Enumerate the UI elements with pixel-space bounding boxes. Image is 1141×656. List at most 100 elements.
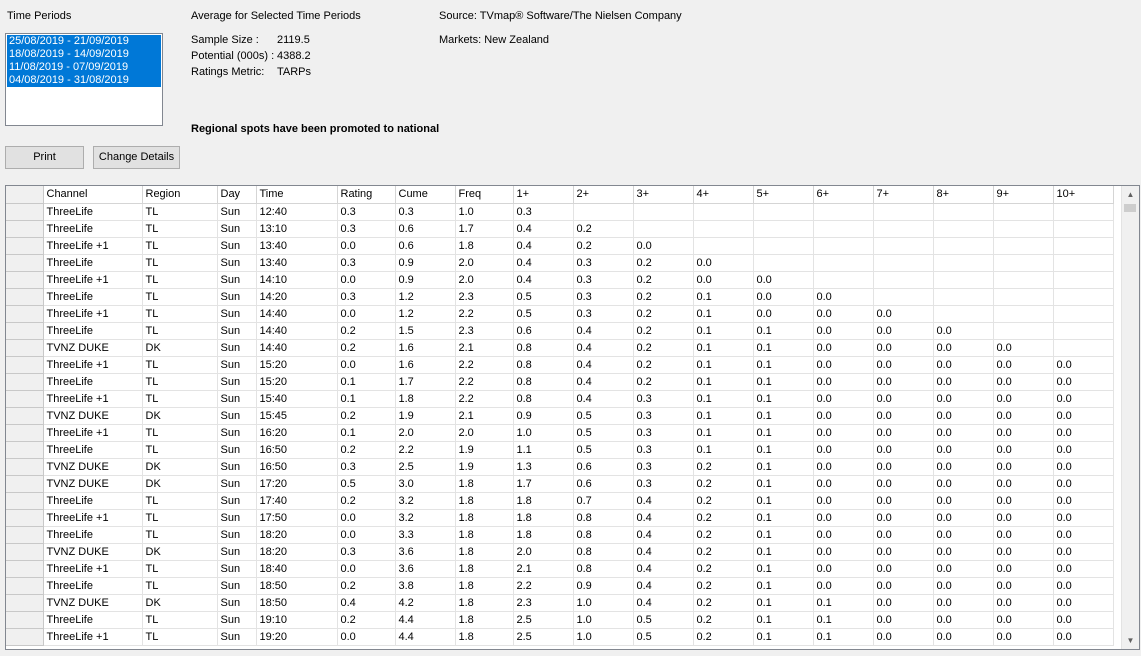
- column-header[interactable]: 7+: [873, 186, 934, 204]
- table-cell: 0.3: [337, 220, 396, 238]
- table-cell: 0.0: [813, 577, 874, 595]
- row-header[interactable]: [6, 356, 44, 374]
- row-header[interactable]: [6, 254, 44, 272]
- row-header[interactable]: [6, 475, 44, 493]
- table-row[interactable]: ThreeLife TL Sun 18:20 0.0 3.3 1.8 1.8 0.8 0.4 0.2…: [6, 526, 1114, 544]
- table-cell: TVNZ DUKE: [43, 594, 143, 612]
- time-period-item[interactable]: 04/08/2019 - 31/08/2019: [7, 74, 161, 87]
- table-cell: 0.0: [813, 424, 874, 442]
- table-row[interactable]: TVNZ DUKE DK Sun 18:50 0.4 4.2 1.8 2.3 1.0 0.4 0.2…: [6, 594, 1114, 612]
- table-row[interactable]: ThreeLife TL Sun 16:50 0.2 2.2 1.9 1.1 0.5 0.3 0.1…: [6, 441, 1114, 459]
- row-header[interactable]: [6, 288, 44, 306]
- table-cell: 0.0: [813, 560, 874, 578]
- table-cell: 0.0: [993, 339, 1054, 357]
- table-row[interactable]: TVNZ DUKE DK Sun 16:50 0.3 2.5 1.9 1.3 0.6 0.3 0.2…: [6, 458, 1114, 476]
- row-header[interactable]: [6, 407, 44, 425]
- markets-text: Markets: New Zealand: [439, 34, 550, 46]
- row-header[interactable]: [6, 339, 44, 357]
- row-header[interactable]: [6, 458, 44, 476]
- table-cell: [633, 220, 694, 238]
- column-header[interactable]: Channel: [43, 186, 143, 204]
- column-header[interactable]: 6+: [813, 186, 874, 204]
- table-row[interactable]: ThreeLife TL Sun 13:40 0.3 0.9 2.0 0.4 0.3 0.2 0.0: [6, 254, 1114, 272]
- table-row[interactable]: ThreeLife TL Sun 13:10 0.3 0.6 1.7 0.4 0.2: [6, 220, 1114, 238]
- row-header[interactable]: [6, 560, 44, 578]
- column-header[interactable]: 3+: [633, 186, 694, 204]
- table-row[interactable]: ThreeLife +1 TL Sun 19:20 0.0 4.4 1.8 2.5 1.0 0.5…: [6, 628, 1114, 646]
- table-row[interactable]: ThreeLife +1 TL Sun 16:20 0.1 2.0 2.0 1.0 0.5 0.3…: [6, 424, 1114, 442]
- column-header[interactable]: Cume: [395, 186, 456, 204]
- column-header[interactable]: 9+: [993, 186, 1054, 204]
- row-header[interactable]: [6, 543, 44, 561]
- table-row[interactable]: ThreeLife +1 TL Sun 14:40 0.0 1.2 2.2 0.5 0.3 0.2…: [6, 305, 1114, 323]
- table-row[interactable]: ThreeLife TL Sun 14:40 0.2 1.5 2.3 0.6 0.4 0.2 0.1…: [6, 322, 1114, 340]
- table-row[interactable]: ThreeLife TL Sun 18:50 0.2 3.8 1.8 2.2 0.9 0.4 0.2…: [6, 577, 1114, 595]
- table-row[interactable]: ThreeLife +1 TL Sun 15:40 0.1 1.8 2.2 0.8 0.4 0.3…: [6, 390, 1114, 408]
- table-cell: 0.4: [513, 271, 574, 289]
- row-header[interactable]: [6, 594, 44, 612]
- table-row[interactable]: TVNZ DUKE DK Sun 18:20 0.3 3.6 1.8 2.0 0.8 0.4 0.2…: [6, 543, 1114, 561]
- table-row[interactable]: ThreeLife TL Sun 12:40 0.3 0.3 1.0 0.3: [6, 203, 1114, 221]
- row-header[interactable]: [6, 526, 44, 544]
- table-cell: 2.5: [513, 611, 574, 629]
- change-details-button[interactable]: Change Details: [93, 146, 180, 169]
- row-header[interactable]: [6, 220, 44, 238]
- table-cell: TVNZ DUKE: [43, 543, 143, 561]
- table-cell: [873, 220, 934, 238]
- table-cell: 0.1: [693, 356, 754, 374]
- time-period-item[interactable]: 25/08/2019 - 21/09/2019: [7, 35, 161, 48]
- column-header[interactable]: Rating: [337, 186, 396, 204]
- time-periods-listbox[interactable]: 25/08/2019 - 21/09/2019 18/08/2019 - 14/…: [5, 33, 163, 126]
- row-header[interactable]: [6, 203, 44, 221]
- vertical-scrollbar[interactable]: ▲ ▼: [1121, 186, 1139, 649]
- row-header[interactable]: [6, 441, 44, 459]
- row-header[interactable]: [6, 322, 44, 340]
- column-header[interactable]: 2+: [573, 186, 634, 204]
- column-header[interactable]: Time: [256, 186, 338, 204]
- row-header[interactable]: [6, 509, 44, 527]
- row-header[interactable]: [6, 577, 44, 595]
- row-header[interactable]: [6, 305, 44, 323]
- time-period-item[interactable]: 11/08/2019 - 07/09/2019: [7, 61, 161, 74]
- table-row[interactable]: TVNZ DUKE DK Sun 15:45 0.2 1.9 2.1 0.9 0.5 0.3 0.1…: [6, 407, 1114, 425]
- results-grid[interactable]: Channel Region Day Time Rating Cume Freq 1+ 2+ 3+…: [5, 185, 1140, 650]
- column-header[interactable]: 1+: [513, 186, 574, 204]
- table-cell: [933, 254, 994, 272]
- table-cell: 1.8: [513, 526, 574, 544]
- column-header[interactable]: Day: [217, 186, 257, 204]
- row-header[interactable]: [6, 492, 44, 510]
- table-row[interactable]: ThreeLife +1 TL Sun 18:40 0.0 3.6 1.8 2.1 0.8 0.4…: [6, 560, 1114, 578]
- table-cell: 0.0: [337, 628, 396, 646]
- table-row[interactable]: ThreeLife TL Sun 14:20 0.3 1.2 2.3 0.5 0.3 0.2 0.1…: [6, 288, 1114, 306]
- row-header[interactable]: [6, 390, 44, 408]
- scroll-thumb[interactable]: [1124, 204, 1136, 212]
- table-row[interactable]: ThreeLife +1 TL Sun 14:10 0.0 0.9 2.0 0.4 0.3 0.2…: [6, 271, 1114, 289]
- table-row[interactable]: ThreeLife TL Sun 17:40 0.2 3.2 1.8 1.8 0.7 0.4 0.2…: [6, 492, 1114, 510]
- column-header[interactable]: 8+: [933, 186, 994, 204]
- print-button[interactable]: Print: [5, 146, 84, 169]
- table-row[interactable]: TVNZ DUKE DK Sun 14:40 0.2 1.6 2.1 0.8 0.4 0.2 0.1…: [6, 339, 1114, 357]
- column-header[interactable]: Region: [142, 186, 218, 204]
- row-header[interactable]: [6, 237, 44, 255]
- row-header[interactable]: [6, 611, 44, 629]
- arrow-up-icon[interactable]: ▲: [1122, 186, 1139, 203]
- column-header[interactable]: 5+: [753, 186, 814, 204]
- table-row[interactable]: TVNZ DUKE DK Sun 17:20 0.5 3.0 1.8 1.7 0.6 0.3 0.2…: [6, 475, 1114, 493]
- row-header[interactable]: [6, 271, 44, 289]
- table-row[interactable]: ThreeLife +1 TL Sun 13:40 0.0 0.6 1.8 0.4 0.2 0.0: [6, 237, 1114, 255]
- table-row[interactable]: ThreeLife +1 TL Sun 17:50 0.0 3.2 1.8 1.8 0.8 0.4…: [6, 509, 1114, 527]
- arrow-down-icon[interactable]: ▼: [1122, 632, 1139, 649]
- table-row[interactable]: ThreeLife TL Sun 19:10 0.2 4.4 1.8 2.5 1.0 0.5 0.2…: [6, 611, 1114, 629]
- row-header[interactable]: [6, 424, 44, 442]
- row-header[interactable]: [6, 628, 44, 646]
- time-period-item[interactable]: 18/08/2019 - 14/09/2019: [7, 48, 161, 61]
- table-cell: 3.0: [395, 475, 456, 493]
- table-cell: 0.8: [573, 543, 634, 561]
- table-row[interactable]: ThreeLife +1 TL Sun 15:20 0.0 1.6 2.2 0.8 0.4 0.2…: [6, 356, 1114, 374]
- row-header[interactable]: [6, 373, 44, 391]
- column-header[interactable]: 4+: [693, 186, 754, 204]
- column-header[interactable]: 10+: [1053, 186, 1114, 204]
- table-cell: 0.0: [993, 611, 1054, 629]
- table-row[interactable]: ThreeLife TL Sun 15:20 0.1 1.7 2.2 0.8 0.4 0.2 0.1…: [6, 373, 1114, 391]
- column-header[interactable]: Freq: [455, 186, 514, 204]
